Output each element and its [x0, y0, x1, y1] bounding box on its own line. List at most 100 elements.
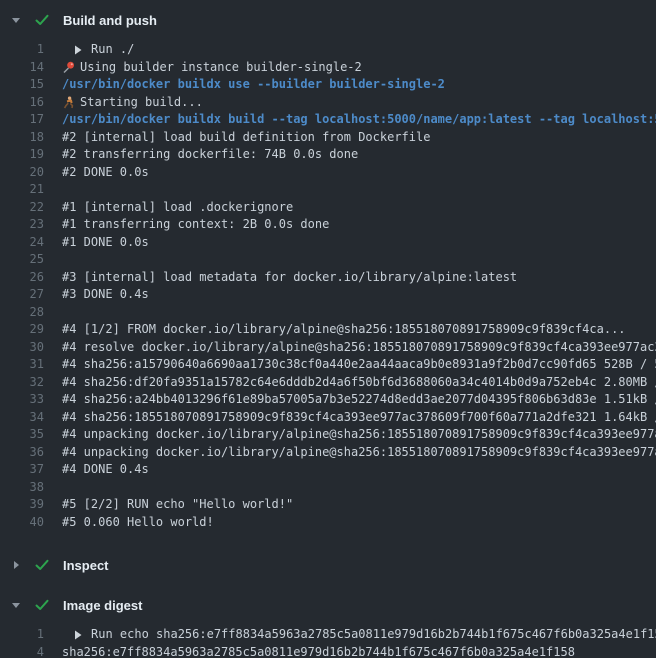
- expand-group-control[interactable]: [74, 41, 82, 59]
- line-number[interactable]: 15: [0, 76, 44, 94]
- line-number[interactable]: 39: [0, 496, 44, 514]
- log-line: 29 #4 [1/2] FROM docker.io/library/alpine…: [0, 321, 656, 339]
- log-line: 14 Using builder instance builder-single-…: [0, 59, 656, 77]
- log-text: #4 unpacking docker.io/library/alpine@sh…: [62, 426, 656, 444]
- line-number[interactable]: 22: [0, 199, 44, 217]
- line-number[interactable]: 32: [0, 374, 44, 392]
- line-number[interactable]: 29: [0, 321, 44, 339]
- line-number[interactable]: 20: [0, 164, 44, 182]
- log-command-text: /usr/bin/docker buildx use --builder bui…: [62, 76, 445, 94]
- line-number[interactable]: 24: [0, 234, 44, 252]
- log-line: 28: [0, 304, 656, 322]
- log-line: 38: [0, 479, 656, 497]
- line-number[interactable]: 16: [0, 94, 44, 112]
- log-line: 27 #3 DONE 0.4s: [0, 286, 656, 304]
- log-line: 39 #5 [2/2] RUN echo "Hello world!": [0, 496, 656, 514]
- log-line: 32 #4 sha256:df20fa9351a15782c64e6dddb2d4…: [0, 374, 656, 392]
- log-text: #4 unpacking docker.io/library/alpine@sh…: [62, 444, 656, 462]
- line-number[interactable]: 38: [0, 479, 44, 497]
- line-number[interactable]: 40: [0, 514, 44, 532]
- log-text: Using builder instance builder-single-2: [80, 59, 362, 77]
- line-number[interactable]: 21: [0, 181, 44, 199]
- line-number[interactable]: 30: [0, 339, 44, 357]
- log-line: 31 #4 sha256:a15790640a6690aa1730c38cf0a4…: [0, 356, 656, 374]
- log-text: #2 [internal] load build definition from…: [62, 129, 430, 147]
- log-line: 30 #4 resolve docker.io/library/alpine@sh…: [0, 339, 656, 357]
- line-number[interactable]: 34: [0, 409, 44, 427]
- line-number[interactable]: 14: [0, 59, 44, 77]
- actions-log-page: { "colors": { "background": "#252a30", "…: [0, 0, 656, 658]
- log-text: #4 [1/2] FROM docker.io/library/alpine@s…: [62, 321, 626, 339]
- log-line: 4 sha256:e7ff8834a5963a2785c5a0811e979d16…: [0, 644, 656, 658]
- line-number[interactable]: 17: [0, 111, 44, 129]
- line-number[interactable]: 23: [0, 216, 44, 234]
- section-title: Image digest: [63, 598, 142, 613]
- log-text: Starting build...: [80, 94, 203, 112]
- log-line: 20#2 DONE 0.0s: [0, 164, 656, 182]
- log-line: 1 Run echo sha256:e7ff8834a5963a2785c5a08…: [0, 626, 656, 644]
- line-number[interactable]: 35: [0, 426, 44, 444]
- log-line: 19#2 transferring dockerfile: 74B 0.0s d…: [0, 146, 656, 164]
- section-header-image-digest[interactable]: Image digest: [0, 589, 656, 621]
- log-line: 26#3 [internal] load metadata for docker…: [0, 269, 656, 287]
- pushpin-icon: [62, 61, 75, 74]
- chevron-right-icon[interactable]: [11, 560, 21, 570]
- log-text: #5 [2/2] RUN echo "Hello world!": [62, 496, 293, 514]
- section-log-image-digest: 1 Run echo sha256:e7ff8834a5963a2785c5a08…: [0, 621, 656, 658]
- check-icon: [35, 559, 49, 571]
- line-number[interactable]: 19: [0, 146, 44, 164]
- log-line: 34 #4 sha256:185518070891758909c9f839cf4c…: [0, 409, 656, 427]
- line-number[interactable]: 27: [0, 286, 44, 304]
- log-command-text: /usr/bin/docker buildx build --tag local…: [62, 111, 656, 129]
- log-line: 18 #2 [internal] load build definition fr…: [0, 129, 656, 147]
- check-icon: [35, 14, 49, 26]
- log-text: sha256:e7ff8834a5963a2785c5a0811e979d16b…: [62, 644, 575, 658]
- log-line: 23 #1 transferring context: 2B 0.0s done: [0, 216, 656, 234]
- section-header-build-and-push[interactable]: Build and push: [0, 4, 656, 36]
- runner-icon: [62, 96, 75, 109]
- line-number[interactable]: 4: [0, 644, 44, 658]
- line-number[interactable]: 25: [0, 251, 44, 269]
- section-title: Inspect: [63, 558, 109, 573]
- line-number[interactable]: 36: [0, 444, 44, 462]
- log-text: Run echo sha256:e7ff8834a5963a2785c5a081…: [91, 626, 656, 644]
- log-text: #4 sha256:a15790640a6690aa1730c38cf0a440…: [62, 356, 656, 374]
- chevron-down-icon[interactable]: [11, 600, 21, 610]
- log-line: 21: [0, 181, 656, 199]
- log-line: 24#1 DONE 0.0s: [0, 234, 656, 252]
- workflow-log-viewer: Build and push1Run ./14Using builder ins…: [0, 0, 656, 658]
- line-number[interactable]: 28: [0, 304, 44, 322]
- log-text: #1 transferring context: 2B 0.0s done: [62, 216, 329, 234]
- section-log-build-and-push: 1 Run ./ 14 Using builder instance builder-…: [0, 36, 656, 541]
- line-number[interactable]: 1: [0, 626, 44, 644]
- expand-group-control[interactable]: [74, 626, 82, 644]
- line-number[interactable]: 26: [0, 269, 44, 287]
- check-icon: [35, 599, 49, 611]
- log-text: #4 sha256:df20fa9351a15782c64e6dddb2d4a6…: [62, 374, 656, 392]
- line-number[interactable]: 31: [0, 356, 44, 374]
- log-text: #4 sha256:a24bb4013296f61e89ba57005a7b3e…: [62, 391, 656, 409]
- log-line: 40 #5 0.060 Hello world!: [0, 514, 656, 532]
- log-text: #4 DONE 0.4s: [62, 461, 149, 479]
- log-line: 15/usr/bin/docker buildx use --builder b…: [0, 76, 656, 94]
- log-line: 17/usr/bin/docker buildx build --tag loc…: [0, 111, 656, 129]
- line-number[interactable]: 33: [0, 391, 44, 409]
- log-text: #4 sha256:185518070891758909c9f839cf4ca3…: [62, 409, 656, 427]
- log-text: #3 DONE 0.4s: [62, 286, 149, 304]
- log-text: #5 0.060 Hello world!: [62, 514, 214, 532]
- section-header-inspect[interactable]: Inspect: [0, 549, 656, 581]
- log-line: 37 #4 DONE 0.4s: [0, 461, 656, 479]
- line-number[interactable]: 18: [0, 129, 44, 147]
- log-text: #4 resolve docker.io/library/alpine@sha2…: [62, 339, 656, 357]
- log-line: 16 Starting build...: [0, 94, 656, 112]
- log-text: #1 [internal] load .dockerignore: [62, 199, 293, 217]
- log-line: 1 Run ./: [0, 41, 656, 59]
- play-icon[interactable]: [74, 45, 82, 55]
- log-line: 22 #1 [internal] load .dockerignore: [0, 199, 656, 217]
- log-text: Run ./: [91, 41, 134, 59]
- log-line: 33 #4 sha256:a24bb4013296f61e89ba57005a7b…: [0, 391, 656, 409]
- chevron-down-icon[interactable]: [11, 15, 21, 25]
- play-icon[interactable]: [74, 630, 82, 640]
- line-number[interactable]: 37: [0, 461, 44, 479]
- line-number[interactable]: 1: [0, 41, 44, 59]
